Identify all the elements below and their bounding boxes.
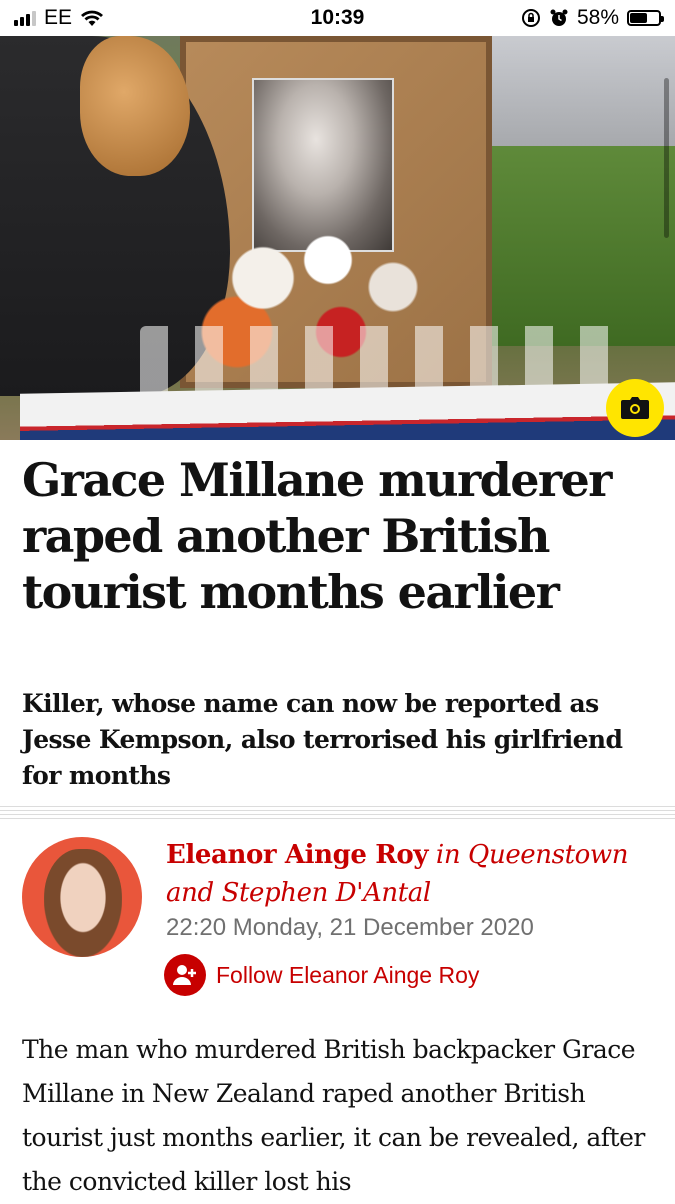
section-divider bbox=[0, 806, 675, 820]
battery-fill bbox=[630, 13, 648, 23]
author-photo bbox=[44, 849, 122, 957]
standfirst: Killer, whose name can now be reported a… bbox=[22, 689, 623, 790]
author-avatar[interactable] bbox=[22, 837, 142, 957]
author-link-eleanor[interactable]: Eleanor Ainge Roy bbox=[166, 840, 428, 870]
follow-label: Follow Eleanor Ainge Roy bbox=[216, 961, 480, 988]
status-right: 58% bbox=[521, 6, 664, 30]
hero-image[interactable] bbox=[0, 36, 675, 440]
camera-caption-button[interactable] bbox=[606, 379, 664, 437]
byline: Eleanor Ainge Roy in Queenstown and Step… bbox=[166, 836, 646, 912]
alarm-icon bbox=[550, 9, 568, 26]
background-grass bbox=[465, 146, 675, 346]
battery-percent: 58% bbox=[576, 6, 619, 29]
author-link-stephen[interactable]: Stephen D'Antal bbox=[222, 878, 432, 908]
battery-icon bbox=[627, 10, 664, 26]
status-bar: EE 10:39 58% bbox=[0, 0, 675, 36]
scrollbar[interactable] bbox=[664, 78, 669, 238]
add-user-icon bbox=[164, 954, 206, 996]
rotation-lock-icon bbox=[521, 9, 540, 27]
article-body: The man who murdered British backpacker … bbox=[22, 1035, 645, 1196]
follow-author-button[interactable]: Follow Eleanor Ainge Roy bbox=[164, 954, 479, 996]
publish-date: 22:20 Monday, 21 December 2020 bbox=[166, 914, 534, 941]
headline: Grace Millane murderer raped another Bri… bbox=[22, 453, 612, 619]
camera-icon bbox=[621, 397, 649, 419]
background-wall bbox=[465, 36, 675, 146]
mourner-hair bbox=[80, 36, 190, 176]
